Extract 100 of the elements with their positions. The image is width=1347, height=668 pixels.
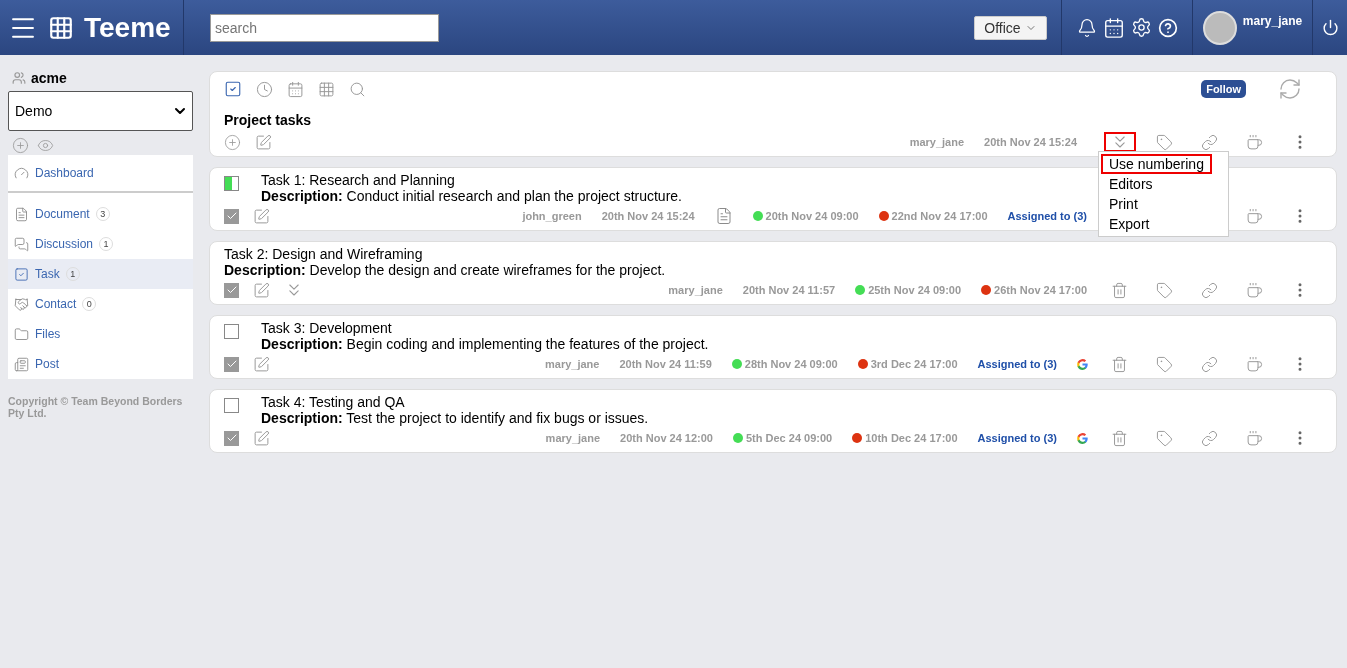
task-title: Task 3: Development — [261, 320, 393, 336]
document-icon[interactable] — [714, 207, 733, 225]
logo-icon — [48, 14, 74, 41]
task-description: Description: Conduct initial research and plan the project structure. — [261, 188, 682, 204]
follow-button[interactable]: Follow — [1201, 80, 1246, 98]
tag-icon[interactable] — [1156, 355, 1173, 373]
start-date: 25th Nov 24 09:00 — [868, 284, 962, 296]
edit-icon[interactable] — [253, 281, 270, 299]
trash-icon[interactable] — [1111, 429, 1128, 447]
project-title: Project tasks — [224, 112, 313, 128]
task-title: Task 1: Research and Planning — [261, 172, 456, 188]
progress-box[interactable] — [224, 176, 239, 191]
author-name: mary_jane — [545, 432, 601, 444]
task-description: Description: Develop the design and create wireframes for the project. — [224, 262, 666, 278]
clock-icon[interactable] — [256, 80, 273, 98]
logo-text: Teeme — [84, 11, 171, 44]
add-icon[interactable] — [224, 133, 241, 151]
date-text: 20th Nov 24 11:59 — [619, 358, 712, 370]
menu-item[interactable]: Use numbering — [1101, 154, 1212, 174]
sidebar-label: Files — [35, 327, 61, 341]
calendar-icon[interactable] — [1102, 16, 1125, 39]
end-date: 26th Nov 24 17:00 — [994, 284, 1087, 296]
date-text: 20th Nov 24 12:00 — [620, 432, 713, 444]
edit-icon[interactable] — [253, 429, 270, 447]
tag-icon[interactable] — [1156, 281, 1173, 299]
assigned-link[interactable]: Assigned to (3) — [977, 358, 1057, 370]
search-icon[interactable] — [349, 80, 366, 98]
end-date: 10th Dec 24 17:00 — [865, 432, 958, 444]
checkbox[interactable] — [224, 398, 239, 413]
menu-item[interactable]: Editors — [1101, 174, 1161, 194]
sidebar-label: Dashboard — [35, 166, 94, 180]
space-select[interactable]: Demo — [8, 91, 193, 131]
tag-icon[interactable] — [1156, 133, 1173, 151]
checkbox[interactable] — [224, 324, 239, 339]
author-name: mary_jane — [545, 358, 600, 370]
task-title: Task 2: Design and Wireframing — [224, 246, 424, 262]
bell-icon[interactable] — [1076, 17, 1097, 38]
assigned-link[interactable]: Assigned to (3) — [977, 432, 1057, 444]
start-date: 20th Nov 24 09:00 — [765, 210, 859, 222]
author-name: mary_jane — [909, 136, 965, 148]
author-name: mary_jane — [668, 284, 723, 296]
cup-icon[interactable] — [1246, 133, 1263, 151]
check-icon — [225, 358, 238, 370]
trash-icon[interactable] — [1111, 355, 1128, 373]
cup-icon[interactable] — [1246, 207, 1263, 225]
sidebar-item[interactable]: Task 1 — [8, 259, 193, 289]
help-icon[interactable] — [1157, 17, 1178, 38]
eye-icon[interactable] — [37, 137, 54, 154]
cup-icon[interactable] — [1246, 355, 1263, 373]
settings-icon[interactable] — [1130, 17, 1152, 38]
search-field[interactable]: search — [210, 13, 439, 42]
gauge-icon — [14, 165, 29, 181]
tag-icon[interactable] — [1156, 429, 1173, 447]
link-icon[interactable] — [1201, 281, 1218, 299]
end-date: 22nd Nov 24 17:00 — [891, 210, 988, 222]
edit-icon[interactable] — [253, 355, 270, 373]
newspaper-icon — [14, 356, 29, 372]
trash-icon[interactable] — [1111, 281, 1128, 299]
link-icon[interactable] — [1201, 355, 1218, 373]
task-title: Task 4: Testing and QA — [261, 394, 406, 410]
date-text: 20th Nov 24 15:24 — [984, 136, 1077, 148]
document-icon — [14, 206, 29, 222]
sidebar-label: Discussion — [35, 237, 94, 251]
task-description: Description: Test the project to identify and fix bugs or issues. — [261, 410, 649, 426]
menu-item[interactable]: Export — [1101, 214, 1158, 234]
sidebar-label: Post — [35, 357, 59, 371]
checkbox-icon — [14, 266, 29, 282]
edit-icon[interactable] — [253, 207, 270, 225]
sidebar-label: Contact — [35, 297, 77, 311]
org-icon — [12, 71, 26, 85]
cup-icon[interactable] — [1246, 281, 1263, 299]
complete-checkbox[interactable] — [224, 356, 239, 372]
cup-icon[interactable] — [1246, 429, 1263, 447]
complete-checkbox[interactable] — [224, 430, 239, 446]
link-icon[interactable] — [1201, 133, 1218, 151]
complete-checkbox[interactable] — [224, 282, 239, 298]
complete-checkbox[interactable] — [224, 208, 239, 224]
assigned-link[interactable]: Assigned to (3) — [1007, 210, 1087, 222]
google-icon[interactable] — [1075, 431, 1089, 445]
add-icon[interactable] — [12, 137, 29, 154]
power-icon[interactable] — [1321, 19, 1339, 36]
task-view-icon[interactable] — [224, 80, 242, 98]
task-description: Description: Begin coding and implementing the features of the project. — [261, 336, 709, 352]
edit-icon[interactable] — [255, 133, 272, 151]
date-text: 20th Nov 24 15:24 — [601, 210, 695, 222]
org-name: acme — [31, 70, 67, 86]
google-icon[interactable] — [1075, 357, 1089, 371]
link-icon[interactable] — [1201, 429, 1218, 447]
grid-icon[interactable] — [318, 80, 335, 98]
copyright-text: Copyright © Team Beyond Borders Pty Ltd. — [8, 395, 184, 419]
office-dropdown[interactable]: Office — [974, 15, 1047, 40]
folder-icon — [14, 326, 29, 342]
menu-item[interactable]: Print — [1101, 194, 1146, 214]
start-date: 28th Nov 24 09:00 — [744, 358, 838, 370]
avatar[interactable] — [1202, 10, 1237, 45]
user-name[interactable]: mary_jane — [1242, 13, 1303, 28]
check-icon — [225, 210, 238, 222]
chat-icon — [14, 236, 29, 252]
refresh-icon[interactable] — [1278, 77, 1302, 101]
check-icon — [225, 432, 238, 444]
